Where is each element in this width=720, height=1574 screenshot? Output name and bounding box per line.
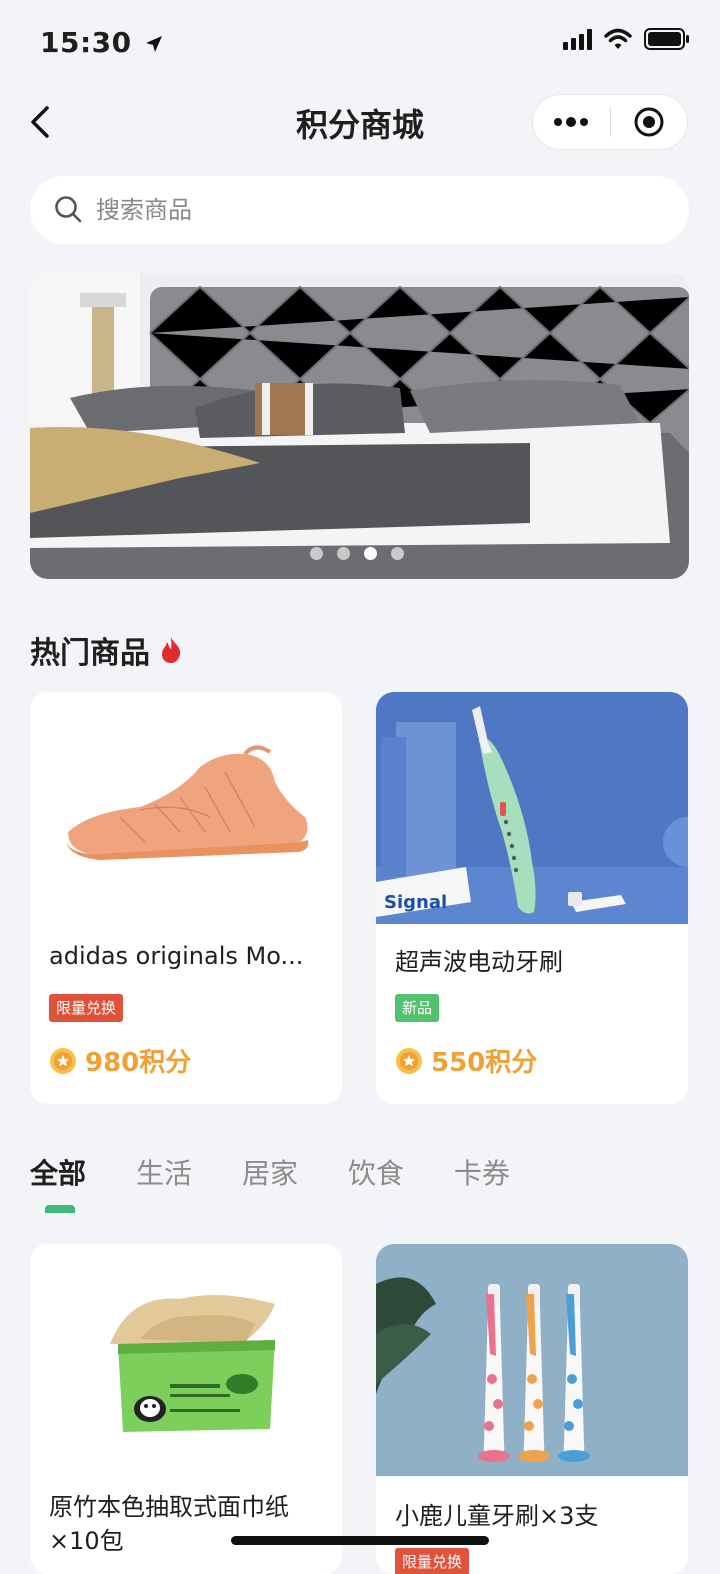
status-time: 15:30 [40, 26, 164, 59]
product-name: 小鹿儿童牙刷×3支 [395, 1502, 599, 1530]
product-image-sneaker [30, 692, 342, 924]
tab-life[interactable]: 生活 [136, 1152, 242, 1192]
limited-badge: 限量兑换 [395, 1548, 470, 1574]
product-card[interactable]: 原竹本色抽取式面巾纸×10包 [30, 1244, 342, 1574]
product-name: 原竹本色抽取式面巾纸×10包 [49, 1493, 289, 1555]
price-text: 550积分 [431, 1048, 538, 1078]
product-name: adidas originals Mo... [49, 942, 304, 970]
more-dots-icon [554, 117, 589, 127]
wifi-icon [604, 28, 632, 49]
banner-dots [310, 547, 404, 560]
hot-product-card[interactable]: adidas originals Mo... 限量兑换 980积分 [30, 692, 342, 1104]
search-icon [55, 196, 82, 223]
fire-icon [162, 637, 181, 663]
price-text: 980积分 [85, 1048, 192, 1078]
search-input[interactable] [94, 195, 618, 225]
category-tabs: 全部 生活 居家 饮食 卡券 [30, 1152, 560, 1192]
banner-dot-active[interactable] [364, 547, 377, 560]
product-price: 980积分 [49, 1042, 191, 1079]
tab-food[interactable]: 饮食 [348, 1152, 454, 1192]
product-card[interactable]: 小鹿儿童牙刷×3支 限量兑换 [376, 1244, 688, 1574]
product-image-toothbrush: Signal [376, 692, 688, 924]
tab-all[interactable]: 全部 [30, 1152, 136, 1192]
banner-carousel[interactable] [30, 273, 689, 579]
status-time-text: 15:30 [40, 26, 132, 59]
product-image-tissue [30, 1244, 342, 1476]
search-bar[interactable] [30, 176, 689, 244]
hot-section-header: 热门商品 [30, 628, 182, 672]
hot-product-card[interactable]: Signal 超声波电动牙刷 新品 550积分 [376, 692, 688, 1104]
mini-program-capsule [532, 94, 688, 150]
banner-dot[interactable] [310, 547, 323, 560]
product-image-kids-toothbrush [376, 1244, 688, 1476]
new-badge: 新品 [395, 994, 440, 1022]
banner-dot[interactable] [337, 547, 350, 560]
tab-active-indicator [45, 1205, 75, 1213]
hot-section-title: 热门商品 [30, 636, 150, 671]
close-program-button[interactable] [611, 95, 688, 149]
product-price: 550积分 [395, 1042, 537, 1079]
signal-icon [563, 28, 592, 50]
svg-text:Signal: Signal [384, 892, 447, 913]
banner-dot[interactable] [391, 547, 404, 560]
banner-bed-image [30, 273, 689, 579]
location-arrow-icon [145, 36, 162, 52]
points-coin-icon [396, 1047, 422, 1074]
points-coin-icon [50, 1047, 76, 1074]
home-indicator[interactable] [231, 1536, 489, 1545]
product-name: 超声波电动牙刷 [395, 948, 563, 976]
tab-coupon[interactable]: 卡券 [454, 1152, 560, 1192]
limited-badge: 限量兑换 [49, 994, 124, 1022]
target-circle-icon [634, 107, 664, 137]
battery-icon [644, 28, 689, 50]
status-icons [563, 28, 690, 50]
more-button[interactable] [533, 95, 610, 149]
tab-home[interactable]: 居家 [242, 1152, 348, 1192]
